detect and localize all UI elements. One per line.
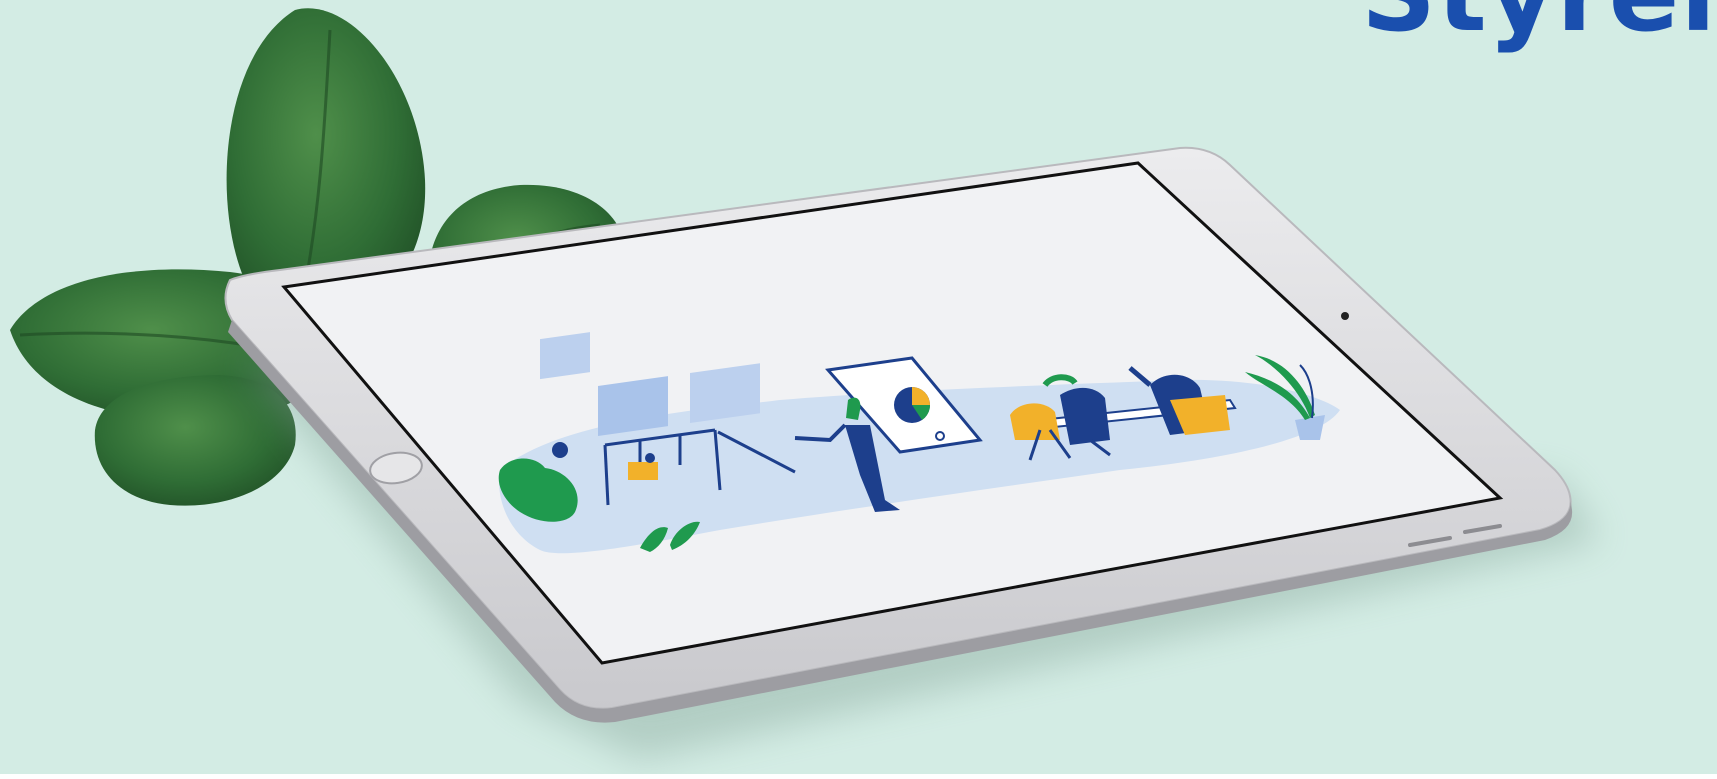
product-photo: Styrel — [0, 0, 1717, 774]
brand-logo: Styrel — [1361, 0, 1717, 46]
bush — [552, 442, 568, 458]
camera-icon — [1341, 312, 1349, 320]
person-on-swing — [628, 462, 658, 480]
scene-svg — [0, 0, 1717, 774]
person-head — [645, 453, 655, 463]
